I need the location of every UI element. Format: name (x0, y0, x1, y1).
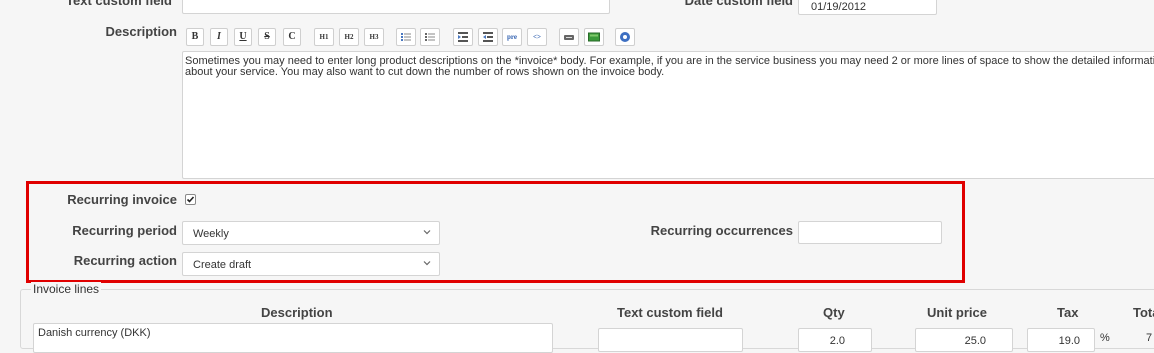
line-description-value: Danish currency (DKK) (38, 327, 151, 339)
image-icon (588, 32, 600, 42)
line-tax-value: 19.0 (1058, 335, 1080, 347)
line-tax-input[interactable]: 19.0 (1027, 328, 1095, 352)
text-custom-field-input[interactable] (182, 0, 610, 14)
link-button[interactable] (559, 28, 579, 46)
italic-button[interactable]: I (210, 28, 228, 46)
bold-button[interactable]: B (186, 28, 204, 46)
description-textarea[interactable]: Sometimes you may need to enter long pro… (182, 51, 1154, 179)
h2-button[interactable]: H2 (339, 28, 359, 46)
line-unit-price-value: 25.0 (964, 335, 986, 347)
pre-button[interactable]: pre (502, 28, 522, 46)
numbered-list-icon (425, 33, 435, 41)
line-description-input[interactable]: Danish currency (DKK) (33, 323, 553, 353)
date-custom-field-value: 01/19/2012 (811, 1, 867, 13)
text-custom-field-label: Text custom field (66, 0, 172, 8)
link-icon (564, 35, 574, 40)
underline-button[interactable]: U (234, 28, 252, 46)
outdent-icon (458, 32, 468, 42)
line-text-custom-field-input[interactable] (598, 328, 743, 352)
help-button[interactable] (615, 28, 635, 46)
indent-icon (483, 32, 493, 42)
clear-format-button[interactable]: C (283, 28, 301, 46)
column-header-qty: Qty (823, 305, 845, 320)
date-custom-field-label: Date custom field (684, 0, 793, 8)
outdent-button[interactable] (453, 28, 473, 46)
image-button[interactable] (584, 28, 604, 46)
help-icon (620, 32, 630, 42)
line-tax-unit: % (1100, 332, 1110, 344)
column-header-tax: Tax (1057, 305, 1079, 320)
highlight-rectangle (26, 181, 965, 283)
description-label: Description (105, 24, 177, 39)
line-qty-input[interactable]: 2.0 (798, 328, 872, 352)
bulleted-list-icon (401, 33, 411, 41)
strikethrough-button[interactable]: S (258, 28, 276, 46)
h3-button[interactable]: H3 (364, 28, 384, 46)
bulleted-list-button[interactable] (396, 28, 416, 46)
invoice-lines-legend: Invoice lines (31, 282, 102, 296)
code-button[interactable]: <> (527, 28, 547, 46)
numbered-list-button[interactable] (420, 28, 440, 46)
line-unit-price-input[interactable]: 25.0 (915, 328, 1013, 352)
column-header-description: Description (261, 305, 333, 320)
line-total-value: 7 (1146, 332, 1153, 344)
date-custom-field-input[interactable]: 01/19/2012 (798, 0, 937, 15)
indent-button[interactable] (478, 28, 498, 46)
line-qty-value: 2.0 (829, 335, 845, 347)
h1-button[interactable]: H1 (314, 28, 334, 46)
column-header-text-custom-field: Text custom field (617, 305, 723, 320)
column-header-total: Tota (1133, 305, 1154, 320)
column-header-unit-price: Unit price (927, 305, 987, 320)
description-text: Sometimes you may need to enter long pro… (185, 55, 1154, 78)
